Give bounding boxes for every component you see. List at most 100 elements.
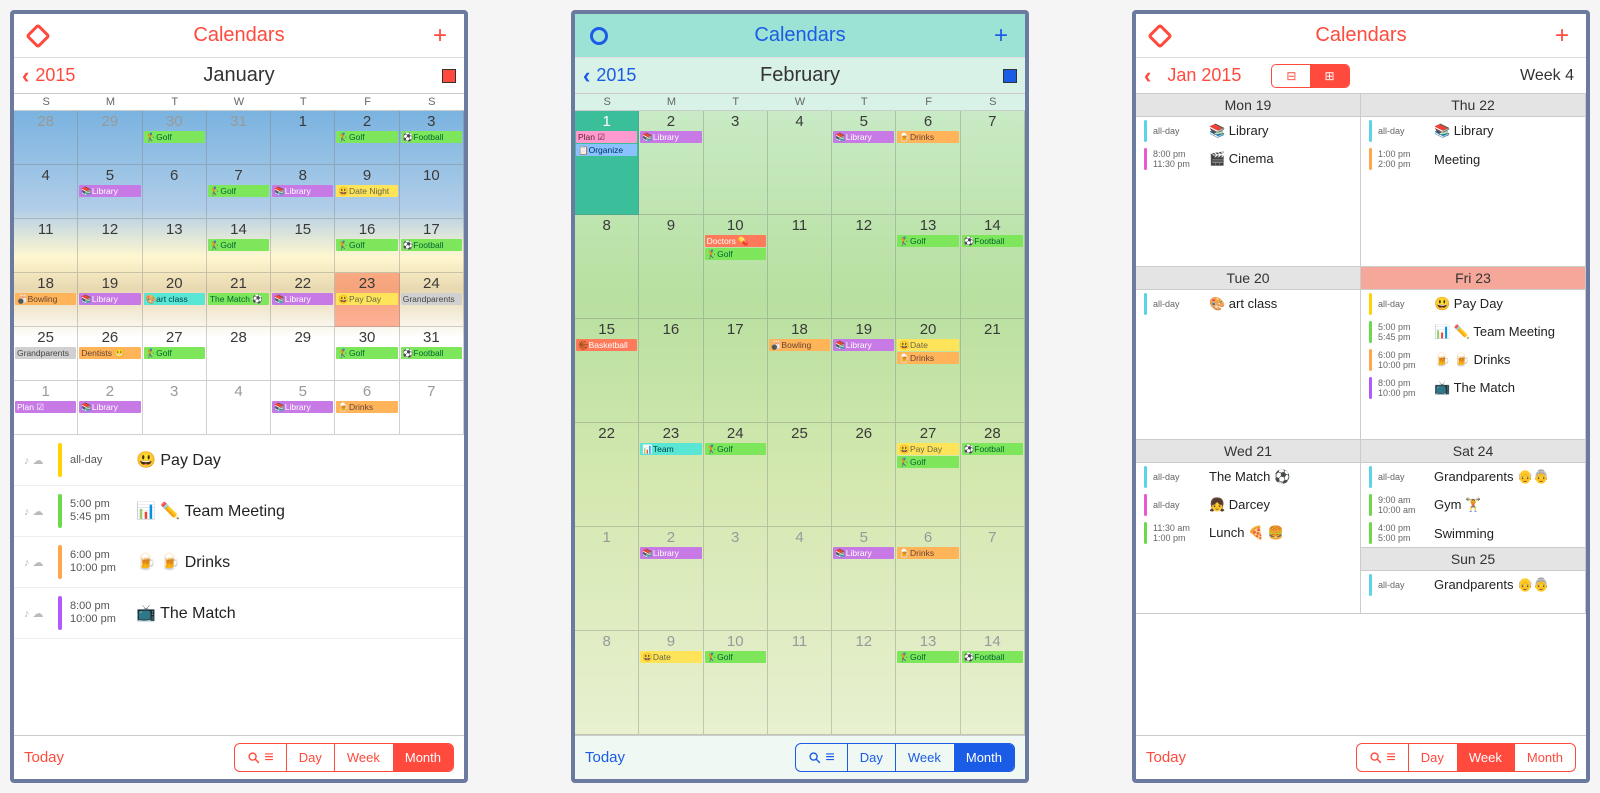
day-cell[interactable]: 4 xyxy=(14,165,78,219)
view-tab-day[interactable]: Day xyxy=(286,744,334,771)
day-cell[interactable]: 4 xyxy=(207,381,271,435)
week-event-row[interactable]: all-day📚 Library xyxy=(1361,117,1585,145)
view-tab-day[interactable]: Day xyxy=(1408,744,1456,771)
event-chip[interactable]: 📊Team xyxy=(640,443,701,455)
event-chip[interactable]: 🏌Golf xyxy=(897,456,958,468)
day-cell[interactable]: 25Grandparents xyxy=(14,327,78,381)
week-grid[interactable]: Mon 19all-day📚 Library8:00 pm11:30 pm🎬 C… xyxy=(1136,94,1586,735)
year-label[interactable]: 2015 xyxy=(596,65,636,86)
agenda-list[interactable]: ♪ ☁all-day😃 Pay Day♪ ☁5:00 pm5:45 pm📊 ✏️… xyxy=(14,435,464,735)
day-cell[interactable]: 10Doctors 💊🏌Golf xyxy=(704,215,768,319)
week-event-row[interactable]: all-day😃 Pay Day xyxy=(1361,290,1585,318)
day-cell[interactable]: 23😃Pay Day xyxy=(335,273,399,327)
event-chip[interactable]: 🏌Golf xyxy=(705,248,766,260)
day-cell[interactable]: 1Plan ☑📋Organize xyxy=(575,111,639,215)
view-tab-month[interactable]: Month xyxy=(392,744,453,771)
day-cell[interactable]: 23📊Team xyxy=(639,423,703,527)
event-chip[interactable]: 😃Date xyxy=(897,339,958,351)
event-chip[interactable]: 🍺Drinks xyxy=(897,352,958,364)
event-chip[interactable]: 🎳Bowling xyxy=(769,339,830,351)
day-cell[interactable]: 2🏌Golf xyxy=(335,111,399,165)
event-chip[interactable]: 📚Library xyxy=(640,547,701,559)
week-event-row[interactable]: all-day👧 Darcey xyxy=(1136,491,1360,519)
day-cell[interactable]: 18🎳Bowling xyxy=(768,319,832,423)
view-tab-week[interactable]: Week xyxy=(895,744,953,771)
event-chip[interactable]: ⚽Football xyxy=(401,131,462,143)
day-cell[interactable]: 26 xyxy=(832,423,896,527)
day-cell[interactable]: 2📚Library xyxy=(639,527,703,631)
day-cell[interactable]: 7 xyxy=(961,111,1025,215)
day-cell[interactable]: 11 xyxy=(14,219,78,273)
week-event-row[interactable]: all-day📚 Library xyxy=(1136,117,1360,145)
day-cell[interactable]: 8 xyxy=(575,631,639,735)
event-chip[interactable]: 📚Library xyxy=(79,401,140,413)
event-chip[interactable]: 😃Date xyxy=(640,651,701,663)
day-cell[interactable]: 28 xyxy=(14,111,78,165)
back-icon[interactable]: ‹ xyxy=(1144,63,1151,89)
back-icon[interactable]: ‹ xyxy=(22,63,29,89)
day-cell[interactable]: 2📚Library xyxy=(78,381,142,435)
day-cell[interactable]: 24🏌Golf xyxy=(704,423,768,527)
week-event-row[interactable]: all-dayGrandparents 👴👵 xyxy=(1361,463,1585,491)
month-grid[interactable]: 1Plan ☑📋Organize2📚Library345📚Library6🍺Dr… xyxy=(575,111,1025,735)
day-cell[interactable]: 1 xyxy=(575,527,639,631)
day-cell[interactable]: 14⚽Football xyxy=(961,631,1025,735)
event-chip[interactable]: 😃Pay Day xyxy=(336,293,397,305)
day-cell[interactable]: 15 xyxy=(271,219,335,273)
day-cell[interactable]: 11 xyxy=(768,215,832,319)
day-cell[interactable]: 5📚Library xyxy=(832,111,896,215)
day-cell[interactable]: 1 xyxy=(271,111,335,165)
week-event-row[interactable]: all-dayThe Match ⚽ xyxy=(1136,463,1360,491)
event-chip[interactable]: Plan ☑ xyxy=(15,401,76,413)
day-cell[interactable]: 12 xyxy=(832,215,896,319)
refresh-icon[interactable] xyxy=(1148,24,1172,48)
event-chip[interactable]: 🎳Bowling xyxy=(15,293,76,305)
view-tab-month[interactable]: Month xyxy=(1514,744,1575,771)
day-cell[interactable]: 31 xyxy=(207,111,271,165)
week-day-cell[interactable]: Sat 24all-dayGrandparents 👴👵9:00 am10:00… xyxy=(1361,440,1586,613)
day-cell[interactable]: 28⚽Football xyxy=(961,423,1025,527)
day-cell[interactable]: 6🍺Drinks xyxy=(335,381,399,435)
back-icon[interactable]: ‹ xyxy=(583,63,590,89)
add-icon[interactable]: + xyxy=(1550,24,1574,48)
day-cell[interactable]: 9😃Date Night xyxy=(335,165,399,219)
month-grid[interactable]: 282930🏌Golf3112🏌Golf3⚽Football45📚Library… xyxy=(14,111,464,435)
view-tab-month[interactable]: Month xyxy=(953,744,1014,771)
week-event-row[interactable]: 1:00 pm2:00 pmMeeting xyxy=(1361,145,1585,173)
day-cell[interactable]: 7 xyxy=(961,527,1025,631)
event-chip[interactable]: 📚Library xyxy=(640,131,701,143)
layout-column-icon[interactable]: ⊟ xyxy=(1272,65,1310,87)
day-cell[interactable]: 16🏌Golf xyxy=(335,219,399,273)
event-chip[interactable]: 📚Library xyxy=(833,339,894,351)
day-cell[interactable]: 8📚Library xyxy=(271,165,335,219)
day-cell[interactable]: 20🎨art class xyxy=(143,273,207,327)
day-cell[interactable]: 18🎳Bowling xyxy=(14,273,78,327)
event-chip[interactable]: 🏌Golf xyxy=(336,239,397,251)
day-cell[interactable]: 3 xyxy=(704,111,768,215)
day-cell[interactable]: 3 xyxy=(704,527,768,631)
week-event-row[interactable]: 9:00 am10:00 amGym 🏋️ xyxy=(1361,491,1585,519)
day-cell[interactable]: 30🏌Golf xyxy=(335,327,399,381)
week-day-cell[interactable]: Thu 22all-day📚 Library1:00 pm2:00 pmMeet… xyxy=(1361,94,1586,267)
day-cell[interactable]: 13 xyxy=(143,219,207,273)
day-cell[interactable]: 6 xyxy=(143,165,207,219)
event-chip[interactable]: 🏌Golf xyxy=(208,239,269,251)
day-cell[interactable]: 4 xyxy=(768,527,832,631)
week-event-row[interactable]: 4:00 pm5:00 pmSwimming xyxy=(1361,519,1585,547)
day-cell[interactable]: 28 xyxy=(207,327,271,381)
day-cell[interactable]: 4 xyxy=(768,111,832,215)
day-cell[interactable]: 13🏌Golf xyxy=(896,631,960,735)
day-cell[interactable]: 6🍺Drinks xyxy=(896,527,960,631)
year-label[interactable]: 2015 xyxy=(35,65,75,86)
agenda-row[interactable]: ♪ ☁all-day😃 Pay Day xyxy=(14,435,464,486)
view-segmented-control[interactable]: ≡DayWeekMonth xyxy=(1356,743,1576,772)
event-chip[interactable]: 📚Library xyxy=(272,401,333,413)
view-tab-week[interactable]: Week xyxy=(1456,744,1514,771)
day-cell[interactable]: 7 xyxy=(400,381,464,435)
event-chip[interactable]: ⚽Football xyxy=(962,651,1023,663)
day-cell[interactable]: 22📚Library xyxy=(271,273,335,327)
day-cell[interactable]: 3⚽Football xyxy=(400,111,464,165)
refresh-icon[interactable] xyxy=(587,24,611,48)
today-button[interactable]: Today xyxy=(585,749,625,766)
week-event-row[interactable]: all-day🎨 art class xyxy=(1136,290,1360,318)
